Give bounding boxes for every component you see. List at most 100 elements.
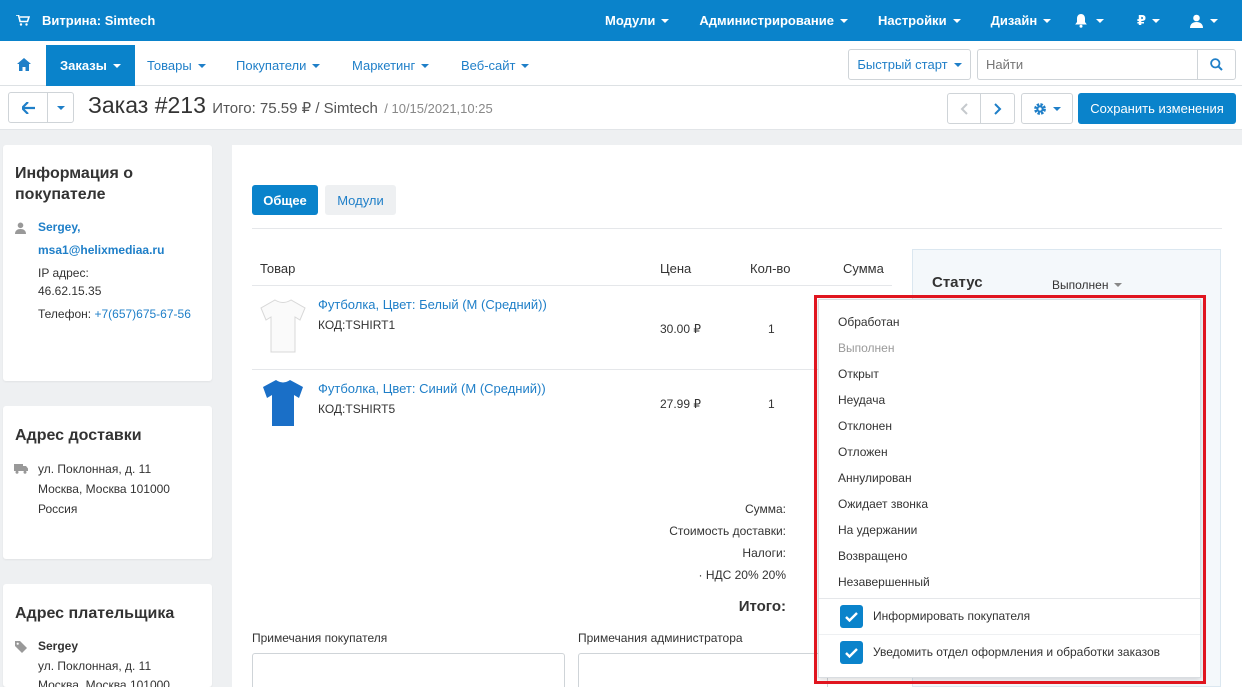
checkmark-icon (845, 611, 858, 622)
col-header-sum: Сумма (843, 261, 884, 276)
caret-down-icon (421, 63, 430, 68)
menu-settings[interactable]: Настройки (878, 13, 961, 28)
tab-modules[interactable]: Модули (325, 185, 396, 215)
caret-down-icon (312, 63, 321, 68)
order-date: / 10/15/2021,10:25 (384, 101, 493, 116)
ip-label: IP адрес: (38, 266, 89, 280)
product-name-link[interactable]: Футболка, Цвет: Синий (M (Средний)) (318, 381, 546, 396)
back-button[interactable] (8, 92, 48, 123)
notifications-button[interactable] (1074, 0, 1104, 41)
status-option-complete: Выполнен (838, 341, 895, 355)
notify-customer-label[interactable]: Информировать покупателя (873, 609, 1030, 623)
row-divider (252, 369, 892, 370)
status-option-incomplete[interactable]: Незавершенный (838, 575, 930, 589)
admin-notes-textarea[interactable] (578, 653, 828, 687)
user-menu-button[interactable] (1190, 0, 1218, 41)
store-switcher[interactable]: Витрина: Simtech (0, 13, 155, 28)
status-option-backordered[interactable]: Отложен (838, 445, 888, 459)
nav-customers[interactable]: Покупатели (236, 45, 321, 86)
truck-icon (14, 464, 28, 474)
notify-customer-checkbox[interactable] (840, 605, 863, 628)
top-bar: Витрина: Simtech Модули Администрировани… (0, 0, 1242, 41)
main-nav: Заказы Товары Покупатели Маркетинг Веб-с… (0, 41, 1242, 86)
checkmark-icon (845, 647, 858, 658)
tag-icon (15, 641, 27, 653)
shipping-heading: Адрес доставки (15, 427, 142, 444)
search-input[interactable] (977, 49, 1198, 80)
status-option-returned[interactable]: Возвращено (838, 549, 907, 563)
total-label: Итого: (738, 598, 786, 615)
product-code: КОД:TSHIRT5 (318, 402, 396, 416)
save-button[interactable]: Сохранить изменения (1078, 93, 1236, 124)
title-bar: Заказ #213 Итого: 75.59 ₽ / Simtech / 10… (0, 86, 1242, 130)
home-button[interactable] (6, 45, 42, 83)
dropdown-divider (819, 634, 1200, 635)
billing-line1: ул. Поклонная, д. 11 (38, 659, 152, 673)
tabs-divider (252, 228, 1222, 229)
ip-value: 46.62.15.35 (38, 284, 102, 298)
product-code: КОД:TSHIRT1 (318, 318, 396, 332)
shipping-address-card: Адрес доставки ул. Поклонная, д. 11 Моск… (3, 406, 212, 559)
customer-info-heading: Информация о покупателе (15, 165, 134, 203)
menu-design[interactable]: Дизайн (991, 13, 1052, 28)
status-option-declined[interactable]: Отклонен (838, 419, 892, 433)
nav-marketing[interactable]: Маркетинг (352, 45, 430, 86)
customer-notes-textarea[interactable] (252, 653, 565, 687)
table-header-divider (252, 285, 892, 286)
tab-general[interactable]: Общее (252, 185, 318, 215)
user-icon (1190, 14, 1203, 28)
status-option-processed[interactable]: Обработан (838, 315, 900, 329)
bell-icon (1075, 14, 1087, 28)
nav-website[interactable]: Веб-сайт (461, 45, 530, 86)
caret-down-icon (952, 18, 961, 23)
product-qty: 1 (768, 322, 775, 336)
col-header-qty: Кол-во (750, 261, 791, 276)
notify-department-label[interactable]: Уведомить отдел оформления и обработки з… (873, 645, 1160, 659)
status-option-on-hold[interactable]: На удержании (838, 523, 917, 537)
page-title: Заказ #213 Итого: 75.59 ₽ / Simtech / 10… (88, 92, 493, 118)
currency-symbol: ₽ (1137, 12, 1147, 28)
customer-name-link[interactable]: Sergey, (38, 218, 80, 237)
order-summary: Итого: 75.59 ₽ / Simtech (212, 100, 378, 117)
subtotal-label: Сумма: (744, 502, 786, 516)
currency-button[interactable]: ₽ (1137, 0, 1161, 41)
status-option-open[interactable]: Открыт (838, 367, 879, 381)
next-order-button[interactable] (980, 93, 1015, 124)
caret-down-icon (197, 63, 206, 68)
gear-icon (1034, 102, 1046, 115)
caret-down-icon (953, 62, 962, 67)
billing-line2: Москва, Москва 101000 (38, 678, 170, 687)
tshirt-blue-image (263, 380, 303, 426)
product-name-link[interactable]: Футболка, Цвет: Белый (M (Средний)) (318, 297, 547, 312)
back-dropdown-button[interactable] (47, 92, 74, 123)
status-label: Статус (932, 274, 983, 291)
nav-products[interactable]: Товары (147, 45, 206, 86)
caret-down-icon (56, 105, 65, 110)
col-header-price: Цена (660, 261, 692, 276)
status-option-canceled[interactable]: Аннулирован (838, 471, 912, 485)
menu-modules[interactable]: Модули (605, 13, 670, 28)
caret-down-icon (1210, 18, 1218, 23)
actions-button[interactable] (1021, 93, 1073, 124)
phone-label: Телефон: (38, 307, 92, 321)
dropdown-divider (819, 598, 1200, 599)
status-option-failed[interactable]: Неудача (838, 393, 885, 407)
home-icon (17, 57, 31, 71)
search-button[interactable] (1197, 49, 1236, 80)
billing-name: Sergey (38, 639, 79, 653)
user-icon (15, 222, 26, 234)
menu-administration[interactable]: Администрирование (699, 13, 848, 28)
admin-notes-label: Примечания администратора (578, 631, 743, 645)
notify-department-checkbox[interactable] (840, 641, 863, 664)
nav-orders[interactable]: Заказы (46, 45, 135, 86)
phone-link[interactable]: +7(657)675-67-56 (94, 307, 190, 321)
cart-icon (16, 15, 30, 26)
status-option-awaiting-call[interactable]: Ожидает звонка (838, 497, 928, 511)
prev-order-button[interactable] (947, 93, 981, 124)
search-icon (1210, 58, 1223, 71)
status-select[interactable]: Выполнен (1052, 278, 1123, 292)
caret-down-icon (521, 63, 530, 68)
quick-start-button[interactable]: Быстрый старт (848, 49, 971, 80)
product-price: 30.00 ₽ (660, 322, 701, 336)
customer-email-link[interactable]: msa1@helixmediaa.ru (38, 241, 164, 260)
